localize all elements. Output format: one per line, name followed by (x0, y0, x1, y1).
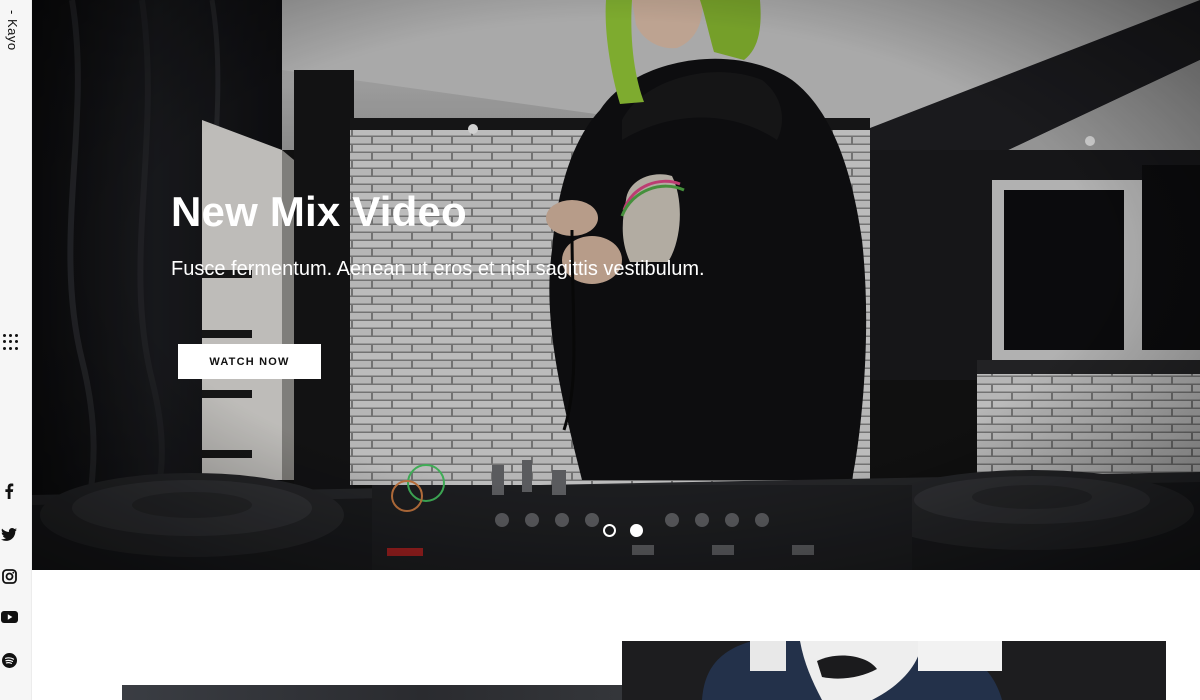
grid-dots-icon[interactable] (3, 334, 19, 350)
slider-dot-1[interactable] (603, 524, 616, 537)
content-image-left (122, 685, 622, 700)
facebook-icon[interactable] (0, 483, 18, 499)
twitter-icon[interactable] (0, 526, 18, 542)
content-image-right (622, 641, 1166, 700)
hero-subtitle: Fusce fermentum. Aenean ut eros et nisl … (171, 258, 705, 280)
spotify-icon[interactable] (0, 652, 18, 668)
instagram-icon[interactable] (0, 568, 18, 584)
sidebar: - Kayo (0, 0, 32, 700)
slider-pagination (603, 524, 643, 537)
hero-title: New Mix Video (171, 188, 467, 235)
hero-slider: New Mix Video Fusce fermentum. Aenean ut… (32, 0, 1200, 570)
brand-logo[interactable]: - Kayo (2, 10, 20, 51)
hero-background-image (32, 0, 1200, 570)
slider-dot-2[interactable] (630, 524, 643, 537)
watch-now-button[interactable]: WATCH NOW (178, 344, 321, 379)
youtube-icon[interactable] (0, 609, 18, 625)
